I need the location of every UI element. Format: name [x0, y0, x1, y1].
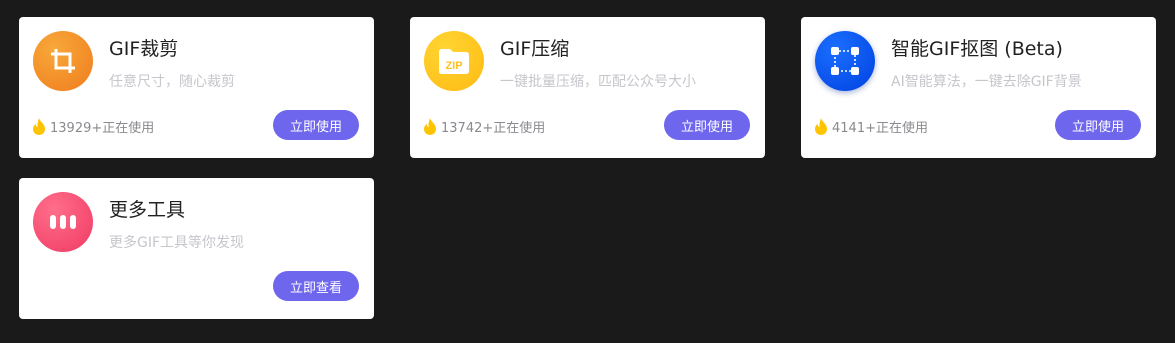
flame-icon	[33, 117, 45, 135]
cutout-icon	[815, 31, 875, 91]
tool-card-more-tools[interactable]: 更多工具 更多GIF工具等你发现 立即查看	[19, 178, 374, 319]
svg-text:ZIP: ZIP	[445, 60, 462, 72]
usage-count-text: 13929+正在使用	[50, 120, 155, 136]
tool-subtitle: AI智能算法，一键去除GIF背景	[891, 74, 1082, 90]
use-now-button[interactable]: 立即使用	[273, 110, 359, 140]
tool-title: GIF裁剪	[109, 38, 179, 60]
tool-subtitle: 任意尺寸，随心裁剪	[109, 74, 235, 90]
tool-card-gif-compress[interactable]: ZIP GIF压缩 一键批量压缩，匹配公众号大小 13742+正在使用 立即使用	[410, 17, 765, 158]
use-now-button[interactable]: 立即使用	[664, 110, 750, 140]
more-icon	[33, 192, 93, 252]
usage-count: 4141+正在使用	[814, 116, 928, 136]
usage-count: 13742+正在使用	[423, 116, 545, 136]
tool-title: GIF压缩	[500, 38, 570, 60]
tool-title: 更多工具	[109, 199, 186, 221]
crop-icon	[33, 31, 93, 91]
tool-title: 智能GIF抠图 (Beta)	[891, 38, 1063, 60]
usage-count: 13929+正在使用	[32, 116, 154, 136]
tool-subtitle: 一键批量压缩，匹配公众号大小	[500, 74, 696, 90]
view-now-button[interactable]: 立即查看	[273, 271, 359, 301]
usage-count-text: 13742+正在使用	[441, 120, 546, 136]
flame-icon	[424, 117, 436, 135]
tool-card-gif-crop[interactable]: GIF裁剪 任意尺寸，随心裁剪 13929+正在使用 立即使用	[19, 17, 374, 158]
tool-card-gif-cutout[interactable]: 智能GIF抠图 (Beta) AI智能算法，一键去除GIF背景 4141+正在使…	[801, 17, 1156, 158]
usage-count-text: 4141+正在使用	[832, 120, 928, 136]
tool-subtitle: 更多GIF工具等你发现	[109, 235, 245, 251]
flame-icon	[815, 117, 827, 135]
use-now-button[interactable]: 立即使用	[1055, 110, 1141, 140]
zip-folder-icon: ZIP	[424, 31, 484, 91]
